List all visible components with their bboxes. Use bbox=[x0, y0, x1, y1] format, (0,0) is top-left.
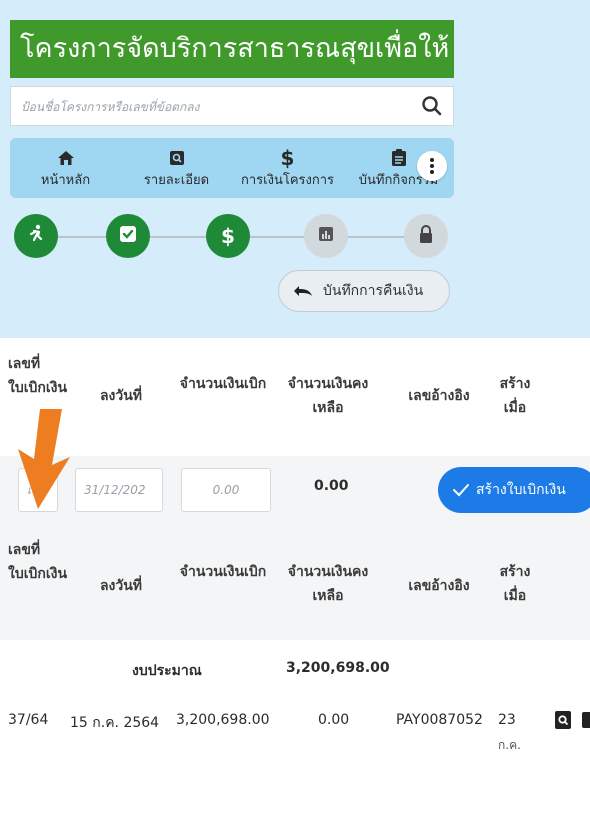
page-title: โครงการจัดบริการสาธารณสุขเพื่อให้ bbox=[10, 20, 454, 78]
search-icon[interactable] bbox=[419, 93, 445, 119]
form-col-ref: เลขอ้างอิง bbox=[408, 388, 470, 404]
form-col-number: เลขที่ใบเบิกเงิน bbox=[8, 356, 68, 396]
table-col-remaining: จำนวนเงินคงเหลือ bbox=[287, 564, 369, 604]
step-dollar-icon: $ bbox=[221, 224, 235, 248]
more-vertical-icon[interactable] bbox=[417, 151, 447, 181]
row-date: 15 ก.ค. 2564 bbox=[70, 715, 160, 731]
amount-field[interactable]: 0.00 bbox=[181, 468, 271, 512]
step-3[interactable]: $ bbox=[206, 214, 250, 258]
clipboard-icon bbox=[391, 147, 407, 169]
nav-item-home-label: หน้าหลัก bbox=[40, 172, 91, 188]
step-2[interactable] bbox=[106, 214, 150, 258]
remaining-value: 0.00 bbox=[314, 478, 349, 494]
step-1[interactable] bbox=[14, 214, 58, 258]
create-withdrawal-label: สร้างใบเบิกเงิน bbox=[476, 482, 566, 498]
table-col-ref: เลขอ้างอิง bbox=[408, 578, 470, 594]
search-input[interactable]: ป้อนชื่อโครงการหรือเลขที่ข้อตกลง bbox=[21, 98, 199, 117]
form-col-amount: จำนวนเงินเบิก bbox=[179, 376, 267, 392]
delete-icon[interactable] bbox=[582, 712, 590, 728]
row-ref: PAY0087052 bbox=[396, 712, 483, 728]
table-col-number: เลขที่ใบเบิกเงิน bbox=[8, 542, 68, 582]
search-bar[interactable]: ป้อนชื่อโครงการหรือเลขที่ข้อตกลง bbox=[10, 86, 454, 126]
form-col-created: สร้างเมื่อ bbox=[499, 376, 531, 416]
check-icon bbox=[453, 484, 469, 497]
nav-bar: หน้าหลัก รายละเอียด $ การเงินโครงการ บัน… bbox=[10, 138, 454, 198]
step-4[interactable] bbox=[304, 214, 348, 258]
nav-item-details[interactable]: รายละเอียด bbox=[121, 138, 232, 198]
date-field[interactable]: 31/12/202 bbox=[75, 468, 163, 512]
refund-button-label: บันทึกการคืนเงิน bbox=[323, 283, 424, 299]
row-amount: 3,200,698.00 bbox=[176, 712, 270, 728]
table-col-date: ลงวันที่ bbox=[99, 578, 143, 594]
nav-item-home[interactable]: หน้าหลัก bbox=[10, 138, 121, 198]
form-col-date: ลงวันที่ bbox=[99, 388, 143, 404]
details-icon bbox=[169, 147, 185, 169]
row-created-month: ก.ค. bbox=[498, 738, 521, 752]
undo-icon bbox=[294, 286, 312, 296]
row-number: 37/64 bbox=[8, 712, 49, 728]
nav-item-finance-label: การเงินโครงการ bbox=[241, 172, 334, 188]
create-withdrawal-button[interactable]: สร้างใบเบิกเงิน bbox=[438, 467, 590, 513]
refund-button[interactable]: บันทึกการคืนเงิน bbox=[278, 270, 450, 312]
chart-icon bbox=[317, 225, 335, 247]
running-icon bbox=[25, 223, 47, 249]
home-icon bbox=[57, 147, 75, 169]
row-remaining: 0.00 bbox=[318, 712, 350, 728]
view-icon[interactable] bbox=[554, 710, 572, 734]
budget-label: งบประมาณ bbox=[132, 663, 202, 679]
table-col-amount: จำนวนเงินเบิก bbox=[179, 564, 267, 580]
nav-item-finance[interactable]: $ การเงินโครงการ bbox=[232, 138, 343, 198]
budget-amount: 3,200,698.00 bbox=[286, 660, 390, 676]
check-shield-icon bbox=[117, 223, 139, 249]
table-col-created: สร้างเมื่อ bbox=[499, 564, 531, 604]
row-created-day: 23 bbox=[498, 712, 516, 728]
lock-icon bbox=[417, 224, 435, 248]
dollar-icon: $ bbox=[280, 145, 295, 170]
step-5[interactable] bbox=[404, 214, 448, 258]
form-col-remaining: จำนวนเงินคงเหลือ bbox=[287, 376, 369, 416]
orange-arrow-annotation bbox=[18, 409, 70, 509]
nav-item-details-label: รายละเอียด bbox=[143, 172, 210, 188]
